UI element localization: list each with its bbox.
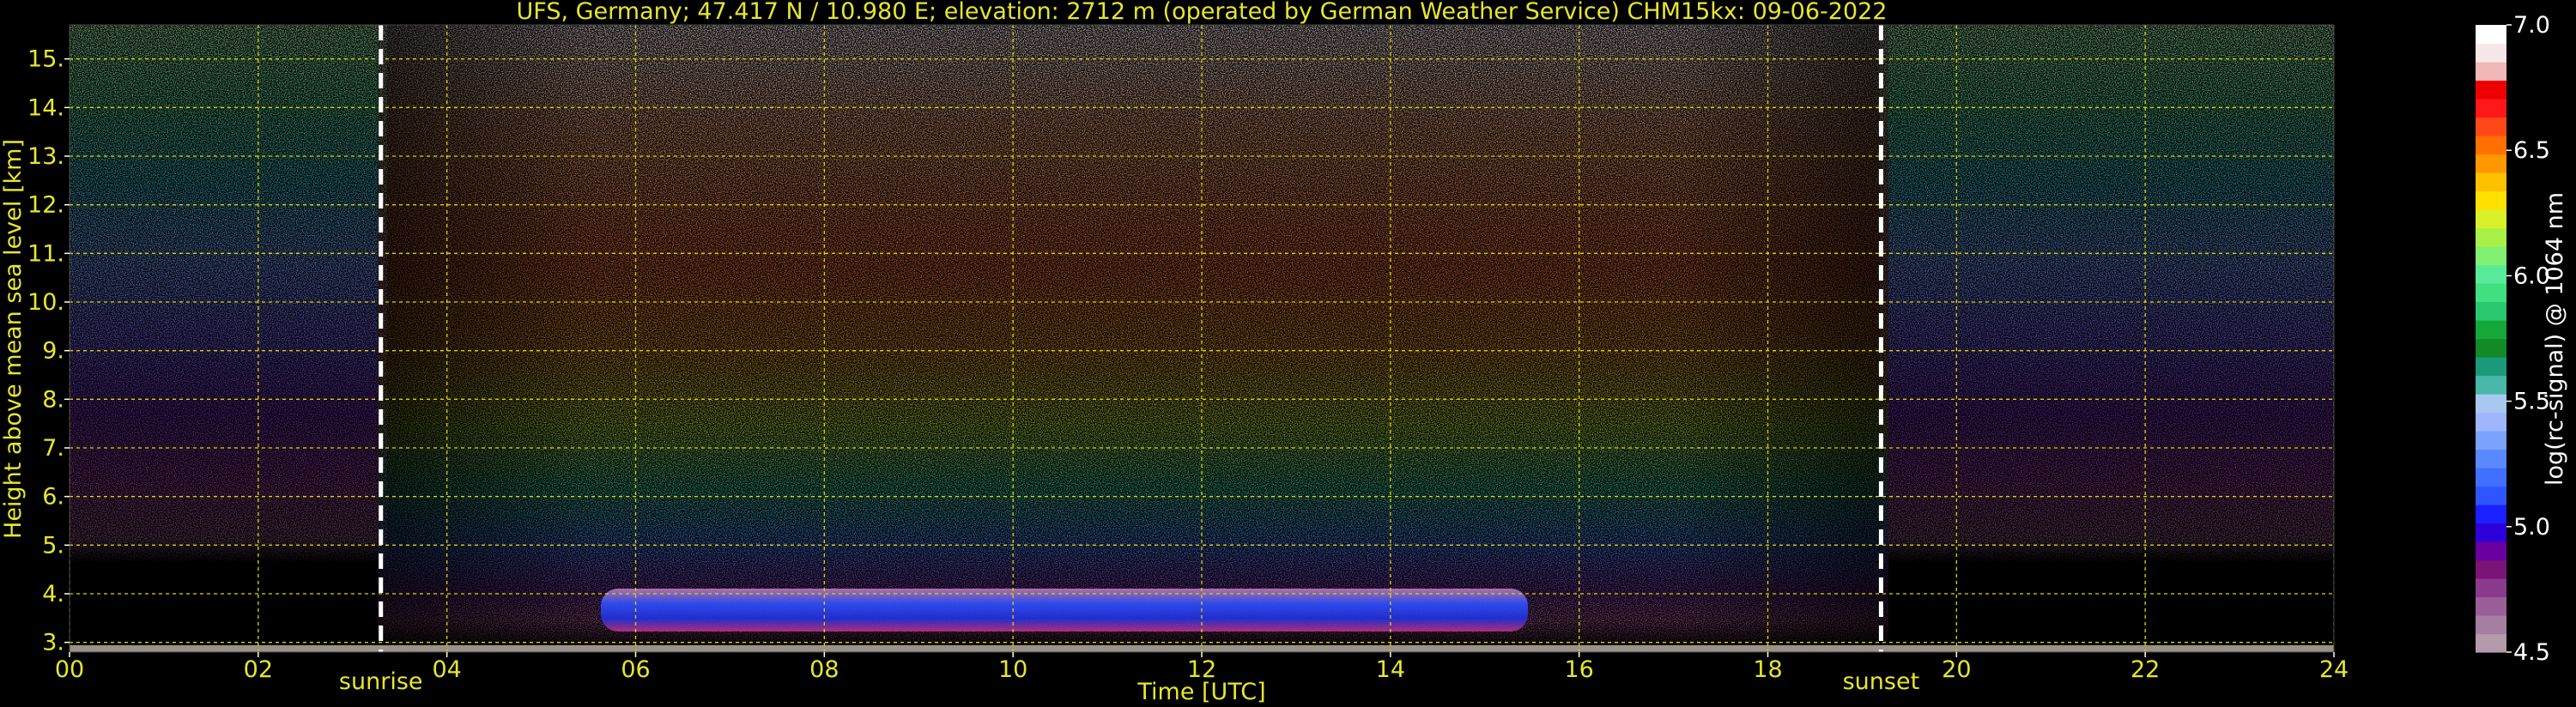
y-tick-label: 14. bbox=[27, 94, 64, 121]
colorbar-segment bbox=[2476, 283, 2506, 303]
colorbar-segment bbox=[2476, 301, 2506, 321]
sunrise-label: sunrise bbox=[339, 668, 423, 695]
x-tick-label: 22 bbox=[2131, 656, 2160, 683]
x-tick-label: 04 bbox=[432, 656, 461, 683]
colorbar-segment bbox=[2476, 412, 2506, 432]
colorbar-segment bbox=[2476, 486, 2506, 505]
colorbar-segment bbox=[2476, 264, 2506, 284]
colorbar: 4.55.05.56.06.57.0 log(rc-signal) @ 1064… bbox=[2476, 12, 2568, 666]
colorbar-segment bbox=[2476, 190, 2506, 210]
y-tick-label: 10. bbox=[27, 289, 64, 316]
sunset-label: sunset bbox=[1843, 668, 1920, 695]
colorbar-segment bbox=[2476, 394, 2506, 414]
colorbar-segment bbox=[2476, 505, 2506, 524]
colorbar-segment bbox=[2476, 523, 2506, 542]
colorbar-segment bbox=[2476, 449, 2506, 468]
x-tick-label: 00 bbox=[55, 656, 84, 683]
colorbar-tick-label: 5.0 bbox=[2513, 514, 2550, 541]
colorbar-segment bbox=[2476, 227, 2506, 247]
chart-title: UFS, Germany; 47.417 N / 10.980 E; eleva… bbox=[517, 0, 1888, 25]
day-signal-fade bbox=[378, 25, 1888, 652]
colorbar-segment bbox=[2476, 338, 2506, 358]
night-signal-left bbox=[70, 25, 387, 652]
y-tick-label: 5. bbox=[42, 532, 64, 559]
y-tick-label: 7. bbox=[42, 435, 64, 462]
x-tick-label: 24 bbox=[2319, 656, 2349, 683]
colorbar-segment bbox=[2476, 596, 2506, 616]
y-tick-label: 15. bbox=[27, 46, 64, 73]
colorbar-segment bbox=[2476, 154, 2506, 173]
colorbar-segment bbox=[2476, 172, 2506, 192]
x-tick-label: 14 bbox=[1376, 656, 1405, 683]
y-tick-label: 4. bbox=[42, 581, 64, 607]
colorbar-tick-label: 6.5 bbox=[2513, 137, 2550, 164]
y-tick-label: 6. bbox=[42, 484, 64, 511]
ceilometer-chart: 00 02 04 06 08 10 12 14 16 18 20 22 24 3.4.5.6.7.8.9… bbox=[0, 0, 2568, 705]
colorbar-segment bbox=[2476, 25, 2506, 45]
x-tick-label: 20 bbox=[1942, 656, 1971, 683]
colorbar-tick-label: 4.5 bbox=[2513, 639, 2550, 666]
colorbar-segment bbox=[2476, 136, 2506, 155]
colorbar-label: log(rc-signal) @ 1064 nm bbox=[2542, 192, 2568, 486]
colorbar-segment bbox=[2476, 468, 2506, 487]
boundary-layer-band bbox=[601, 589, 1528, 631]
colorbar-segment bbox=[2476, 43, 2506, 63]
colorbar-segment bbox=[2476, 80, 2506, 100]
colorbar-segment bbox=[2476, 246, 2506, 266]
colorbar-segment bbox=[2476, 615, 2506, 635]
colorbar-segment bbox=[2476, 320, 2506, 340]
colorbar-segment bbox=[2476, 559, 2506, 579]
y-tick-label: 11. bbox=[27, 240, 64, 267]
colorbar-segment bbox=[2476, 62, 2506, 82]
colorbar-segment bbox=[2476, 578, 2506, 598]
x-tick-label: 08 bbox=[809, 656, 839, 683]
x-tick-label: 06 bbox=[621, 656, 650, 683]
colorbar-segment bbox=[2476, 209, 2506, 229]
colorbar-segment bbox=[2476, 375, 2506, 395]
colorbar-segment bbox=[2476, 99, 2506, 118]
colorbar-segment bbox=[2476, 633, 2506, 653]
colorbar-segment bbox=[2476, 431, 2506, 450]
colorbar-tick-label: 7.0 bbox=[2513, 12, 2550, 39]
x-tick-label: 16 bbox=[1564, 656, 1593, 683]
colorbar-segment bbox=[2476, 357, 2506, 377]
x-axis-label: Time [UTC] bbox=[1136, 679, 1265, 705]
y-tick-label: 9. bbox=[42, 338, 64, 365]
night-signal-right bbox=[1880, 25, 2334, 652]
x-tick-label: 10 bbox=[998, 656, 1027, 683]
plot-area bbox=[70, 25, 2334, 652]
colorbar-segment bbox=[2476, 541, 2506, 561]
colorbar-segment bbox=[2476, 117, 2506, 136]
x-tick-label: 02 bbox=[244, 656, 273, 683]
y-tick-label: 8. bbox=[42, 386, 64, 413]
y-tick-label: 13. bbox=[27, 143, 64, 170]
x-tick-label: 18 bbox=[1753, 656, 1782, 683]
y-tick-label: 3. bbox=[42, 630, 64, 656]
y-tick-label: 12. bbox=[27, 192, 64, 219]
y-axis-label: Height above mean sea level [km] bbox=[0, 139, 27, 539]
